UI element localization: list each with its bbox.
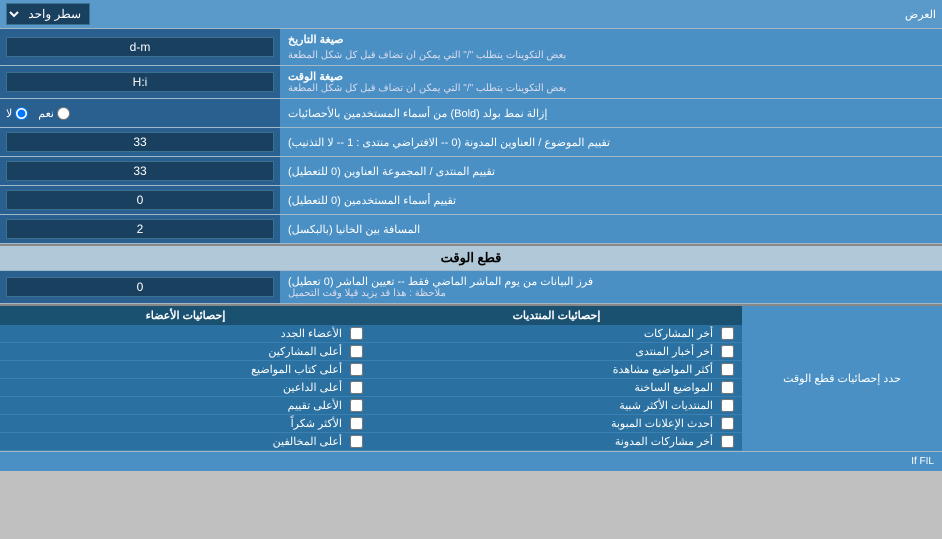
bottom-note-bar: If FIL <box>0 451 942 471</box>
topic-sort-label: تقييم الموضوع / العناوين المدونة (0 -- ا… <box>280 128 942 156</box>
gap-input[interactable] <box>6 219 274 239</box>
checkbox-post-6[interactable] <box>721 435 734 448</box>
stats-post-item-0: أخر المشاركات <box>371 325 742 343</box>
main-container: العرض سطر واحدسطرانثلاثة أسطر صيغة التار… <box>0 0 942 471</box>
label-member-1: أعلى المشاركين <box>268 345 342 358</box>
gap-input-container <box>0 215 280 243</box>
users-sort-row: تقييم أسماء المستخدمين (0 للتعطيل) <box>0 186 942 215</box>
stats-member-item-5: الأكثر شكراً <box>0 415 371 433</box>
label-member-4: الأعلى تقييم <box>288 399 342 412</box>
forum-sort-label: تقييم المنتدى / المجموعة العناوين (0 للت… <box>280 157 942 185</box>
checkbox-member-3[interactable] <box>350 381 363 394</box>
stats-post-item-1: أخر أخبار المنتدى <box>371 343 742 361</box>
time-format-row: صيغة الوقت بعض التكوينات يتطلب "/" التي … <box>0 66 942 99</box>
gap-label: المسافة بين الخانيا (بالبكسل) <box>280 215 942 243</box>
radio-yes-label[interactable]: نعم <box>38 107 70 120</box>
label-post-6: أخر مشاركات المدونة <box>615 435 713 448</box>
label-post-4: المنتديات الأكثر شبية <box>619 399 713 412</box>
forum-sort-input[interactable] <box>6 161 274 181</box>
users-sort-input[interactable] <box>6 190 274 210</box>
cutoff-input-container <box>0 271 280 303</box>
label-member-5: الأكثر شكراً <box>291 417 342 430</box>
checkbox-member-1[interactable] <box>350 345 363 358</box>
display-select[interactable]: سطر واحدسطرانثلاثة أسطر <box>6 3 90 25</box>
forum-sort-row: تقييم المنتدى / المجموعة العناوين (0 للت… <box>0 157 942 186</box>
topic-sort-input-container <box>0 128 280 156</box>
label-post-5: أحدث الإعلانات المبوبة <box>611 417 713 430</box>
cutoff-input[interactable] <box>6 277 274 297</box>
date-format-input[interactable] <box>6 37 274 57</box>
stats-apply-label: حدد إحصائيات قطع الوقت <box>742 306 942 451</box>
topic-sort-row: تقييم الموضوع / العناوين المدونة (0 -- ا… <box>0 128 942 157</box>
label-post-1: أخر أخبار المنتدى <box>635 345 713 358</box>
stats-member-item-6: أعلى المخالفين <box>0 433 371 451</box>
bold-remove-radio-container: نعم لا <box>0 99 280 127</box>
date-format-label: صيغة التاريخ بعض التكوينات يتطلب "/" الت… <box>280 29 942 65</box>
stats-member-item-0: الأعضاء الجدد <box>0 325 371 343</box>
time-format-label: صيغة الوقت بعض التكوينات يتطلب "/" التي … <box>280 66 942 98</box>
label-member-6: أعلى المخالفين <box>273 435 342 448</box>
radio-yes[interactable] <box>57 107 70 120</box>
stats-members-col: إحصائيات الأعضاء الأعضاء الجدد أعلى المش… <box>0 306 371 451</box>
checkbox-member-2[interactable] <box>350 363 363 376</box>
stats-post-item-6: أخر مشاركات المدونة <box>371 433 742 451</box>
radio-no[interactable] <box>15 107 28 120</box>
stats-member-item-4: الأعلى تقييم <box>0 397 371 415</box>
checkbox-post-5[interactable] <box>721 417 734 430</box>
stats-post-item-3: المواضيع الساخنة <box>371 379 742 397</box>
checkbox-post-2[interactable] <box>721 363 734 376</box>
forum-sort-input-container <box>0 157 280 185</box>
time-format-input[interactable] <box>6 72 274 92</box>
stats-members-header: إحصائيات الأعضاء <box>0 306 371 325</box>
topic-sort-input[interactable] <box>6 132 274 152</box>
cutoff-row: فرز البيانات من يوم الماشر الماضي فقط --… <box>0 271 942 304</box>
checkbox-post-1[interactable] <box>721 345 734 358</box>
stats-container: حدد إحصائيات قطع الوقت إحصائيات المنتديا… <box>0 304 942 451</box>
checkbox-member-0[interactable] <box>350 327 363 340</box>
label-member-0: الأعضاء الجدد <box>281 327 342 340</box>
bold-remove-row: إزالة نمط بولد (Bold) من أسماء المستخدمي… <box>0 99 942 128</box>
checkbox-member-5[interactable] <box>350 417 363 430</box>
cutoff-section-header: قطع الوقت <box>0 244 942 271</box>
users-sort-label: تقييم أسماء المستخدمين (0 للتعطيل) <box>280 186 942 214</box>
stats-post-item-2: أكثر المواضيع مشاهدة <box>371 361 742 379</box>
label-member-2: أعلى كتاب المواضيع <box>251 363 342 376</box>
stats-posts-header: إحصائيات المنتديات <box>371 306 742 325</box>
date-format-row: صيغة التاريخ بعض التكوينات يتطلب "/" الت… <box>0 29 942 66</box>
cutoff-note: ملاحظة : هذا قد يزيد قيلا وقت التحميل <box>288 288 446 299</box>
stats-member-item-1: أعلى المشاركين <box>0 343 371 361</box>
checkbox-post-3[interactable] <box>721 381 734 394</box>
checkbox-member-6[interactable] <box>350 435 363 448</box>
gap-row: المسافة بين الخانيا (بالبكسل) <box>0 215 942 244</box>
stats-member-item-3: أعلى الداعين <box>0 379 371 397</box>
time-format-input-container <box>0 66 280 98</box>
users-sort-input-container <box>0 186 280 214</box>
checkbox-post-4[interactable] <box>721 399 734 412</box>
checkbox-member-4[interactable] <box>350 399 363 412</box>
stats-posts-col: إحصائيات المنتديات أخر المشاركات أخر أخب… <box>371 306 742 451</box>
top-label: العرض <box>90 8 936 21</box>
date-format-input-container <box>0 29 280 65</box>
label-post-0: أخر المشاركات <box>644 327 713 340</box>
label-post-3: المواضيع الساخنة <box>634 381 713 394</box>
radio-no-label[interactable]: لا <box>6 107 28 120</box>
stats-member-item-2: أعلى كتاب المواضيع <box>0 361 371 379</box>
checkbox-post-0[interactable] <box>721 327 734 340</box>
bold-remove-label: إزالة نمط بولد (Bold) من أسماء المستخدمي… <box>280 99 942 127</box>
stats-post-item-4: المنتديات الأكثر شبية <box>371 397 742 415</box>
label-post-2: أكثر المواضيع مشاهدة <box>613 363 713 376</box>
bottom-note-text: If FIL <box>911 456 934 467</box>
stats-post-item-5: أحدث الإعلانات المبوبة <box>371 415 742 433</box>
top-row: العرض سطر واحدسطرانثلاثة أسطر <box>0 0 942 29</box>
cutoff-label: فرز البيانات من يوم الماشر الماضي فقط --… <box>280 271 942 303</box>
label-member-3: أعلى الداعين <box>283 381 342 394</box>
